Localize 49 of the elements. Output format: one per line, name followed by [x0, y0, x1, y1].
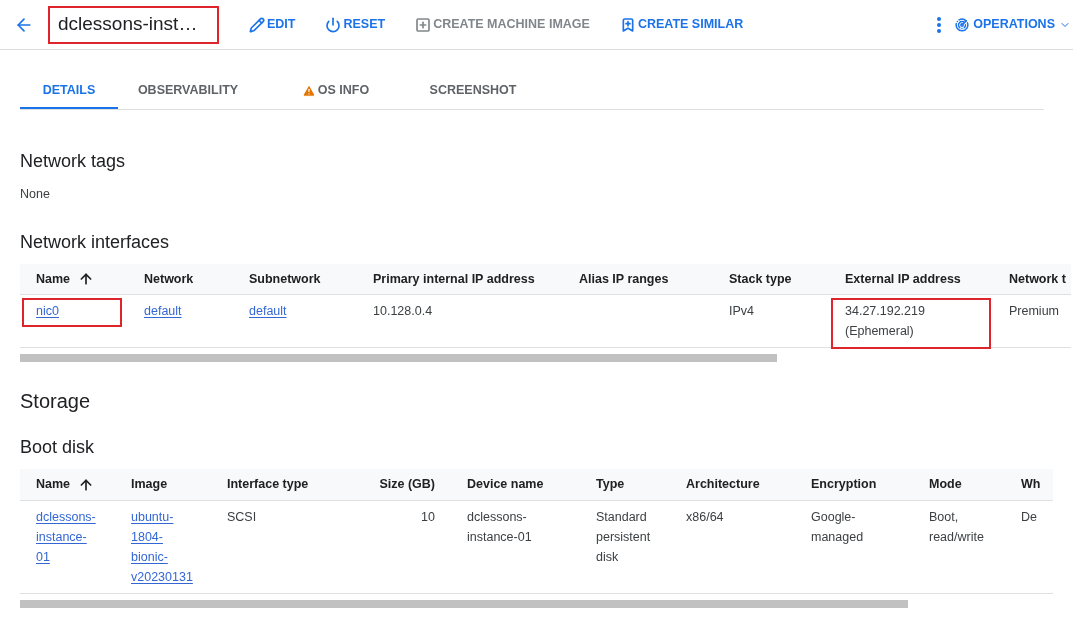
column-header[interactable]: Stack type [729, 269, 792, 289]
column-header[interactable]: Encryption [811, 475, 877, 494]
operations-button[interactable]: OPERATIONS [955, 15, 1071, 34]
table-cell: 10 [421, 509, 435, 524]
column-header[interactable]: Device name [467, 475, 544, 494]
network-tags-value: None [20, 186, 51, 203]
table-cell: 10.128.0.4 [373, 304, 433, 319]
table-cell: Premium [1009, 304, 1059, 319]
column-header[interactable]: Name [36, 269, 71, 289]
section-heading: Network interfaces [20, 230, 171, 254]
toolbar-button[interactable]: EDIT [249, 15, 296, 34]
table-cell: Standard persistent disk [596, 509, 651, 564]
table-cell: IPv4 [729, 304, 754, 319]
column-header[interactable]: Alias IP ranges [579, 269, 669, 289]
tab[interactable]: OS INFO [258, 74, 413, 109]
table-link[interactable]: dclessons-instance-01 [36, 506, 99, 567]
table-link[interactable]: ubuntu-1804-bionic-v20230131 [131, 506, 195, 587]
column-header[interactable]: Network [144, 269, 194, 289]
instance-title: dclessons-inst… [58, 12, 198, 37]
table-cell: x86/64 [686, 509, 724, 524]
column-header[interactable]: Subnetwork [249, 269, 321, 289]
table-cell: Google-managed [811, 509, 864, 544]
tab[interactable]: OBSERVABILITY [118, 74, 258, 109]
column-header[interactable]: Image [131, 475, 168, 494]
table-cell: 34.27.192.219 (Ephemeral) [845, 304, 925, 339]
table-cell: Boot, read/write [929, 509, 984, 544]
column-header[interactable]: Name [36, 475, 71, 494]
toolbar-button[interactable]: RESET [325, 15, 386, 34]
table-cell: dclessons-instance-01 [467, 509, 532, 544]
tab[interactable]: SCREENSHOT [413, 74, 533, 109]
section-heading: Network tags [20, 150, 127, 173]
table-link[interactable]: default [249, 301, 341, 322]
column-header[interactable]: Type [596, 475, 625, 494]
section-heading: Storage [20, 389, 92, 415]
toolbar-button[interactable]: CREATE SIMILAR [619, 15, 744, 34]
column-header[interactable]: Network t [1009, 269, 1066, 289]
column-header[interactable]: Primary internal IP address [373, 269, 535, 289]
column-header[interactable]: Mode [929, 475, 962, 494]
tab[interactable]: DETAILS [20, 74, 118, 109]
section-heading: Boot disk [20, 436, 96, 460]
table-link[interactable]: nic0 [36, 301, 112, 322]
table-cell: De [1021, 509, 1037, 524]
column-header[interactable]: Size (GB) [379, 475, 435, 494]
column-header[interactable]: Interface type [227, 475, 309, 494]
table-cell: SCSI [227, 509, 257, 524]
column-header[interactable]: External IP address [845, 269, 961, 289]
column-header[interactable]: Wh [1021, 475, 1041, 494]
column-header[interactable]: Architecture [686, 475, 760, 494]
table-link[interactable]: default [144, 301, 217, 322]
